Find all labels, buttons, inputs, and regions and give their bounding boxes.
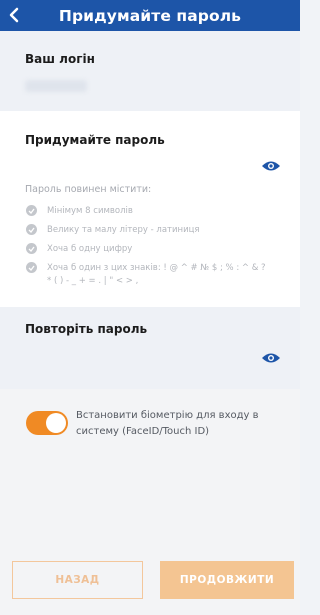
page-title: Придумайте пароль xyxy=(58,6,242,25)
check-icon xyxy=(26,224,37,235)
requirements-title: Пароль повинен містити: xyxy=(25,184,152,195)
continue-button[interactable]: ПРОДОВЖИТИ xyxy=(160,561,294,599)
requirement-item: Хоча б одну цифру xyxy=(26,243,267,256)
check-icon xyxy=(26,243,37,254)
requirement-text: Хоча б один з цих знаків: ! @ ^ # № $ ; … xyxy=(47,263,266,286)
toggle-knob xyxy=(46,413,66,433)
header-bar: Придумайте пароль xyxy=(0,0,300,31)
requirement-item: Велику та малу літеру - латиниця xyxy=(26,224,267,237)
login-section xyxy=(0,31,300,111)
check-icon xyxy=(26,262,37,273)
password-label: Придумайте пароль xyxy=(25,133,165,147)
requirement-item: Хоча б один з цих знаків: ! @ ^ # № $ ; … xyxy=(26,262,267,288)
requirement-text: Велику та малу літеру - латиниця xyxy=(47,225,200,235)
requirement-text: Хоча б одну цифру xyxy=(47,244,133,254)
back-arrow-icon[interactable] xyxy=(6,5,22,25)
back-button[interactable]: НАЗАД xyxy=(12,561,143,599)
login-label: Ваш логін xyxy=(25,52,95,66)
repeat-password-input[interactable] xyxy=(25,342,255,368)
biometry-label: Встановити біометрію для входу в систему… xyxy=(76,410,259,437)
requirement-text: Мінімум 8 символів xyxy=(47,206,133,216)
eye-icon[interactable] xyxy=(261,349,281,363)
password-input[interactable] xyxy=(25,150,255,176)
check-icon xyxy=(26,205,37,216)
eye-icon[interactable] xyxy=(261,157,281,171)
requirement-item: Мінімум 8 символів xyxy=(26,205,267,218)
login-value-blurred xyxy=(25,80,87,92)
repeat-label: Повторіть пароль xyxy=(25,322,148,336)
biometry-toggle[interactable] xyxy=(26,411,68,435)
